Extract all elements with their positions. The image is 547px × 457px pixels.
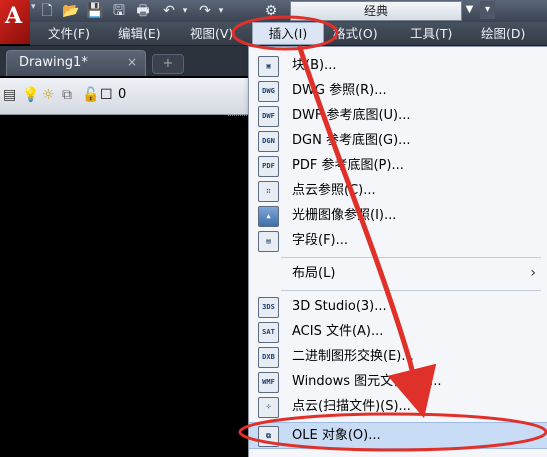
menu-item-raster-image[interactable]: ▲ 光栅图像参照(I)... [249, 203, 547, 228]
viewport-corner [228, 115, 249, 124]
viewport-freeze-icon[interactable]: ⧉ [62, 87, 72, 103]
menu-item-point-cloud-scan[interactable]: ⁘ 点云(扫描文件)(S)... [249, 394, 547, 419]
point-cloud-scan-icon: ⁘ [258, 397, 279, 418]
menu-item-point-cloud-reference[interactable]: ∷ 点云参照(C)... [249, 178, 547, 203]
save-as-icon[interactable]: 🖫 [110, 2, 128, 20]
customize-toolbar-icon[interactable]: ▾ [480, 1, 495, 19]
menu-item-field[interactable]: ▤ 字段(F)... [249, 228, 547, 253]
document-tab-strip: Drawing1* × + [0, 46, 260, 76]
menu-edit[interactable]: 编辑(E) [118, 22, 161, 45]
workspace-selector[interactable]: 经典 [290, 1, 462, 21]
menu-item-windows-metafile[interactable]: WMF Windows 图元文件(W)... [249, 369, 547, 394]
dwf-icon: DWF [258, 106, 279, 127]
pdf-icon: PDF [258, 156, 279, 177]
chevron-right-icon: › [530, 265, 536, 281]
menu-item-pdf-underlay[interactable]: PDF PDF 参考底图(P)... [249, 153, 547, 178]
close-icon[interactable]: × [127, 55, 137, 69]
menu-bar: 文件(F) 编辑(E) 视图(V) 插入(I) 格式(O) 工具(T) 绘图(D… [30, 22, 547, 46]
dxb-icon: DXB [258, 347, 279, 368]
menu-item-dwf-underlay[interactable]: DWF DWF 参考底图(U)... [249, 103, 547, 128]
menu-item-block[interactable]: ▣ 块(B)... [249, 53, 547, 78]
insert-dropdown-menu: ▣ 块(B)... DWG DWG 参照(R)... DWF DWF 参考底图(… [248, 46, 547, 457]
menu-item-binary-drawing-exchange[interactable]: DXB 二进制图形交换(E)... [249, 344, 547, 369]
block-icon: ▣ [258, 56, 279, 77]
field-icon: ▤ [258, 231, 279, 252]
menu-item-3d-studio[interactable]: 3DS 3D Studio(3)... [249, 294, 547, 319]
menu-format[interactable]: 格式(O) [333, 22, 378, 45]
open-file-icon[interactable]: 📂 [62, 2, 80, 20]
menu-separator [281, 257, 541, 258]
point-cloud-icon: ∷ [258, 181, 279, 202]
wmf-icon: WMF [258, 372, 279, 393]
lightbulb-icon[interactable]: 💡 [22, 87, 39, 103]
dwg-icon: DWG [258, 81, 279, 102]
save-icon[interactable]: 💾 [86, 2, 104, 20]
menu-draw[interactable]: 绘图(D) [481, 22, 525, 45]
menu-item-dgn-underlay[interactable]: DGN DGN 参考底图(G)... [249, 128, 547, 153]
menu-file[interactable]: 文件(F) [48, 22, 90, 45]
print-icon[interactable]: 🖶 [134, 2, 152, 20]
menu-item-layout[interactable]: 布局(L) › [249, 261, 547, 286]
new-tab-button[interactable]: + [152, 54, 184, 74]
layer-toolbar: ▤ 💡 ☼ ⧉ 🔓 ☐ 0 [0, 78, 260, 115]
application-menu-button[interactable]: A [0, 0, 30, 44]
menu-separator [281, 290, 541, 291]
unlock-icon[interactable]: 🔓 [82, 87, 99, 103]
current-layer-name[interactable]: 0 [118, 87, 126, 102]
gear-icon[interactable]: ⚙ [262, 2, 280, 20]
color-swatch-icon[interactable]: ☐ [100, 87, 113, 103]
dgn-icon: DGN [258, 131, 279, 152]
autocad-logo-icon: A [5, 3, 23, 29]
ole-object-icon: ⧉ [258, 426, 279, 447]
sun-icon[interactable]: ☼ [42, 87, 55, 103]
chevron-down-icon[interactable]: ▼ [462, 1, 477, 19]
redo-dropdown-icon[interactable]: ▾ [212, 2, 230, 20]
quick-access-toolbar: 🗋 📂 💾 🖫 🖶 ↶ ▾ ↷ ▾ ⚙ 经典 ▼ ▾ [0, 0, 547, 23]
new-file-icon[interactable]: 🗋 [38, 2, 56, 20]
menu-view[interactable]: 视图(V) [190, 22, 233, 45]
menu-tools[interactable]: 工具(T) [410, 22, 452, 45]
acis-icon: SAT [258, 322, 279, 343]
raster-image-icon: ▲ [258, 206, 279, 227]
layer-manager-icon[interactable]: ▤ [3, 87, 16, 103]
app-menu-chevron-icon[interactable]: ▾ [31, 2, 36, 12]
3ds-icon: 3DS [258, 297, 279, 318]
tab-drawing1[interactable]: Drawing1* × [6, 50, 146, 76]
menu-item-dwg-reference[interactable]: DWG DWG 参照(R)... [249, 78, 547, 103]
menu-insert[interactable]: 插入(I) [252, 22, 324, 45]
menu-item-ole-object[interactable]: ⧉ OLE 对象(O)... [249, 422, 547, 449]
tab-label: Drawing1* [19, 55, 88, 70]
menu-item-acis-file[interactable]: SAT ACIS 文件(A)... [249, 319, 547, 344]
undo-dropdown-icon[interactable]: ▾ [176, 2, 194, 20]
